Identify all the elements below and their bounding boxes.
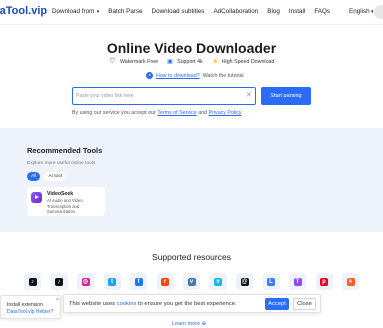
supported-resources-title: Supported resources <box>152 252 231 262</box>
threads-icon: @ <box>240 277 249 286</box>
how-to-download-link[interactable]: How to download? <box>156 73 200 79</box>
cookie-message: This website uses cookies to ensure you … <box>69 301 237 307</box>
tutorial-text: Watch the tutorial <box>202 72 244 79</box>
tiktok-icon: ♪ <box>28 277 37 286</box>
site-tile[interactable]: p <box>315 273 333 290</box>
facebook-icon: f <box>134 277 143 286</box>
chevron-down-icon: ▾ <box>95 9 100 15</box>
cookie-banner: This website uses cookies to ensure you … <box>63 294 321 313</box>
instagram-icon: ◎ <box>81 277 90 286</box>
site-tile[interactable]: @ <box>236 273 253 290</box>
close-icon[interactable]: × <box>56 297 59 303</box>
lightning-icon: ⚡ <box>211 59 220 65</box>
feature-label: Support 4k <box>177 59 203 65</box>
terms-text: By using our service you accept our Term… <box>72 110 242 116</box>
accept-button[interactable]: Accept <box>265 298 289 310</box>
feature-item: ⚡ High Speed Download <box>212 59 275 65</box>
install-helper-link[interactable]: DataTool.vip Helper? <box>7 309 53 315</box>
nav-blog[interactable]: Blog <box>267 8 280 15</box>
feature-label: Watermark Free <box>120 59 159 65</box>
video-url-input[interactable] <box>76 90 241 102</box>
top-header: taTool.vip Download from ▾ Batch Parse D… <box>0 0 383 25</box>
site-tile[interactable]: f <box>130 273 147 290</box>
terms-prefix: By using our service you accept our <box>72 110 156 116</box>
play-icon <box>146 72 153 79</box>
site-tile[interactable]: v <box>183 273 200 290</box>
feature-list: ⛉ Watermark Free ▣ Support 4k ⚡ High Speed … <box>110 59 274 65</box>
supported-sites-row: ♪ ♪ ◎ t f r v v @ L Tp k <box>24 273 359 290</box>
site-tile[interactable]: r <box>156 273 174 290</box>
feature-label: High Speed Download <box>221 59 275 65</box>
site-tile[interactable]: v <box>209 273 227 290</box>
twitter-icon: t <box>108 277 116 286</box>
videoseek-icon <box>31 192 42 203</box>
section-subtitle: Explore more useful online tools <box>27 161 96 166</box>
language-label: English <box>349 8 370 15</box>
howto-row: How to download? Watch the tutorial <box>146 72 244 79</box>
site-tile[interactable]: t <box>103 273 121 290</box>
feature-item: ⛉ Watermark Free <box>110 59 158 65</box>
site-logo[interactable]: taTool.vip <box>0 5 47 17</box>
nav-download-from[interactable]: Download from ▾ <box>52 8 99 15</box>
site-tile[interactable]: ♪ <box>24 273 41 290</box>
nav-install[interactable]: Install <box>289 8 305 15</box>
chevron-down-icon: ▾ <box>369 9 374 15</box>
twitch-icon: T <box>293 277 302 286</box>
page-title: Online Video Downloader <box>106 40 277 56</box>
terms-and: and <box>198 110 208 116</box>
feature-item: ▣ Support 4k <box>167 59 203 65</box>
install-text: Install extension <box>7 302 43 308</box>
url-input-box: ✕ <box>72 87 256 105</box>
install-extension-popup: Install extension DataTool.vip Helper? × <box>0 295 61 319</box>
kwai-icon: k <box>346 277 355 286</box>
chip-ai-tool[interactable]: AI tool <box>44 172 66 181</box>
tool-card-videoseek[interactable]: VideoSeek AI Audio and Video Transcripti… <box>27 187 105 216</box>
reddit-icon: r <box>161 277 169 286</box>
site-tile[interactable]: L <box>262 273 280 290</box>
clear-icon[interactable]: ✕ <box>246 91 252 99</box>
likee-icon: L <box>267 277 275 286</box>
language-selector[interactable]: English ▾ <box>349 8 374 15</box>
recommended-tools-section: Recommended Tools Explore more useful on… <box>0 128 383 232</box>
nav-faqs[interactable]: FAQs <box>314 8 330 15</box>
nav-batch-parse[interactable]: Batch Parse <box>108 8 142 15</box>
tool-name: VideoSeek <box>47 191 74 197</box>
nav-download-from-label: Download from <box>52 8 95 15</box>
4k-icon: ▣ <box>167 59 173 65</box>
vk-icon: v <box>187 277 196 286</box>
cookie-suffix: to ensure you get the best experience. <box>137 301 237 307</box>
chip-all[interactable]: All <box>27 172 41 181</box>
start-parsing-button[interactable]: Start parsing <box>261 87 311 105</box>
nav-download-subtitles[interactable]: Download subtitles <box>152 8 205 15</box>
pinterest-icon: p <box>320 277 328 286</box>
close-button[interactable]: Close <box>293 298 316 310</box>
terms-of-service-link[interactable]: Terms of Service <box>157 110 196 116</box>
section-title: Recommended Tools <box>27 146 103 155</box>
cookie-prefix: This website uses <box>69 301 116 307</box>
main-nav: Download from ▾ Batch Parse Download sub… <box>52 8 330 15</box>
tiktok-alt-icon: ♪ <box>55 277 63 286</box>
site-tile[interactable]: ♪ <box>50 273 68 290</box>
site-tile[interactable]: ◎ <box>77 273 94 290</box>
tool-description: AI Audio and Video Transcription and Sum… <box>47 198 83 214</box>
cookies-link[interactable]: cookies <box>117 301 137 307</box>
vimeo-icon: v <box>214 277 222 286</box>
learn-more-link[interactable]: Learn more ⊕ <box>172 321 206 327</box>
site-tile[interactable]: k <box>342 273 359 290</box>
filter-chips: All AI tool <box>27 172 66 181</box>
site-tile[interactable]: T <box>289 273 306 290</box>
nav-adcollaboration[interactable]: AdCollaboration <box>213 8 258 15</box>
watermark-icon: ⛉ <box>110 59 115 65</box>
privacy-policy-link[interactable]: Privacy Policy <box>209 110 242 116</box>
avatar[interactable] <box>374 5 383 19</box>
